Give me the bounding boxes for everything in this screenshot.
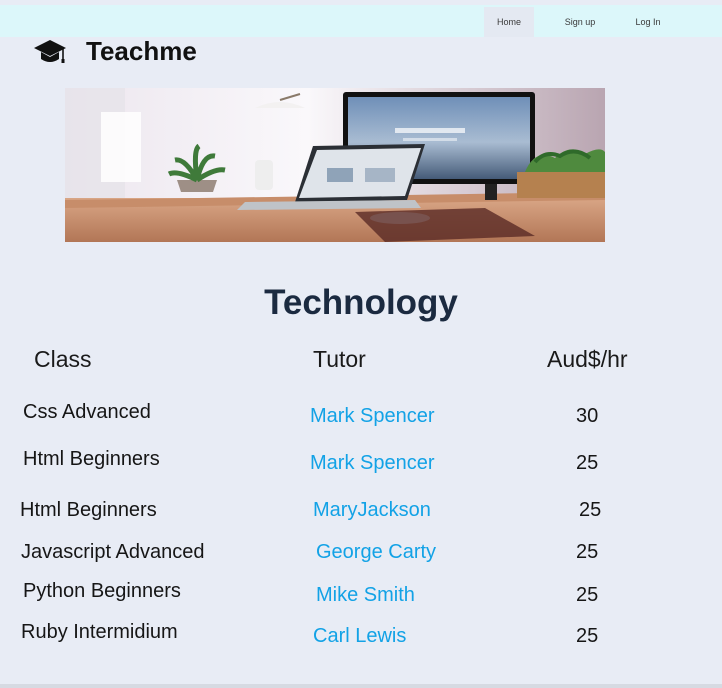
nav-home-link[interactable]: Home: [484, 7, 534, 37]
rate-value: 25: [576, 584, 599, 606]
class-name: Html Beginners: [20, 499, 157, 521]
section-title: Technology: [264, 283, 458, 322]
tutor-link[interactable]: Mark Spencer: [310, 452, 435, 475]
tutor-link[interactable]: Mike Smith: [316, 584, 415, 607]
column-header-tutor: Tutor: [313, 346, 366, 372]
rate-value: 25: [579, 499, 602, 521]
class-name: Html Beginners: [23, 448, 160, 470]
tutor-link[interactable]: Carl Lewis: [313, 625, 406, 648]
brand-name: Teachme: [86, 36, 197, 66]
tutor-link[interactable]: MaryJackson: [313, 499, 431, 522]
class-name: Javascript Advanced: [21, 541, 205, 563]
class-name: Ruby Intermidium: [21, 621, 178, 643]
class-name: Css Advanced: [23, 401, 151, 423]
bottom-divider: [0, 684, 722, 688]
nav-signup-link[interactable]: Sign up: [556, 7, 604, 37]
rate-value: 25: [576, 541, 599, 563]
column-header-class: Class: [34, 346, 92, 372]
hero-image: [65, 88, 605, 242]
class-name: Python Beginners: [23, 580, 181, 602]
nav-login-link[interactable]: Log In: [626, 7, 670, 37]
column-header-rate: Aud$/hr: [547, 346, 628, 372]
graduation-cap-icon: [34, 40, 66, 63]
rate-value: 25: [576, 452, 599, 474]
tutor-link[interactable]: George Carty: [316, 541, 436, 564]
tutor-link[interactable]: Mark Spencer: [310, 405, 435, 428]
top-navbar: Home Sign up Log In: [0, 5, 722, 37]
rate-value: 30: [576, 405, 599, 427]
rate-value: 25: [576, 625, 599, 647]
